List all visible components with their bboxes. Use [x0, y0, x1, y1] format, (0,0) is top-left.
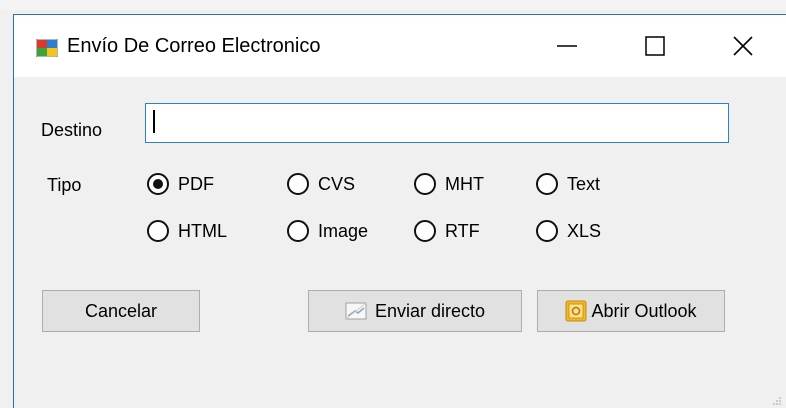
- minimize-button[interactable]: [523, 15, 611, 77]
- radio-text[interactable]: Text: [536, 170, 600, 198]
- destino-input[interactable]: [145, 103, 729, 143]
- radio-circle: [414, 220, 436, 242]
- open-outlook-button[interactable]: Abrir Outlook: [537, 290, 725, 332]
- minimize-icon: [557, 45, 577, 47]
- maximize-icon: [645, 36, 665, 56]
- radio-mht-label: MHT: [445, 173, 484, 194]
- close-button[interactable]: [699, 15, 786, 77]
- radio-dot: [153, 179, 163, 189]
- desktop-strip: [0, 0, 786, 10]
- cancel-button-label: Cancelar: [84, 300, 158, 321]
- destino-label: Destino: [41, 120, 103, 140]
- radio-circle: [287, 220, 309, 242]
- cancel-button[interactable]: Cancelar: [42, 290, 200, 332]
- resize-grip-icon[interactable]: [772, 396, 782, 406]
- radio-pdf-label: PDF: [178, 173, 214, 194]
- text-caret: [153, 110, 155, 133]
- radio-cvs[interactable]: CVS: [287, 170, 355, 198]
- email-dialog: Envío De Correo Electronico Destino Tipo…: [13, 14, 786, 408]
- open-outlook-label: Abrir Outlook: [591, 300, 697, 321]
- radio-circle: [147, 220, 169, 242]
- radio-rtf[interactable]: RTF: [414, 217, 480, 245]
- radio-text-label: Text: [567, 173, 601, 194]
- radio-cvs-label: CVS: [318, 173, 356, 194]
- radio-xls-label: XLS: [567, 220, 602, 241]
- app-window-icon: [36, 39, 58, 57]
- radio-image[interactable]: Image: [287, 217, 368, 245]
- send-icon: [345, 302, 367, 320]
- radio-circle: [536, 220, 558, 242]
- radio-html[interactable]: HTML: [147, 217, 227, 245]
- send-direct-button[interactable]: Enviar directo: [308, 290, 522, 332]
- radio-rtf-label: RTF: [445, 220, 480, 241]
- send-direct-label: Enviar directo: [374, 300, 486, 321]
- tipo-label: Tipo: [47, 175, 82, 195]
- radio-image-label: Image: [318, 220, 369, 241]
- radio-circle-selected: [147, 173, 169, 195]
- close-icon: [733, 36, 753, 56]
- radio-circle: [414, 173, 436, 195]
- radio-pdf[interactable]: PDF: [147, 170, 214, 198]
- radio-circle: [536, 173, 558, 195]
- radio-circle: [287, 173, 309, 195]
- screen: Envío De Correo Electronico Destino Tipo…: [0, 0, 786, 408]
- title-bar[interactable]: Envío De Correo Electronico: [14, 15, 786, 77]
- maximize-button[interactable]: [611, 15, 699, 77]
- window-title: Envío De Correo Electronico: [67, 35, 321, 57]
- radio-xls[interactable]: XLS: [536, 217, 601, 245]
- radio-html-label: HTML: [178, 220, 227, 241]
- outlook-icon: [565, 300, 587, 322]
- radio-mht[interactable]: MHT: [414, 170, 484, 198]
